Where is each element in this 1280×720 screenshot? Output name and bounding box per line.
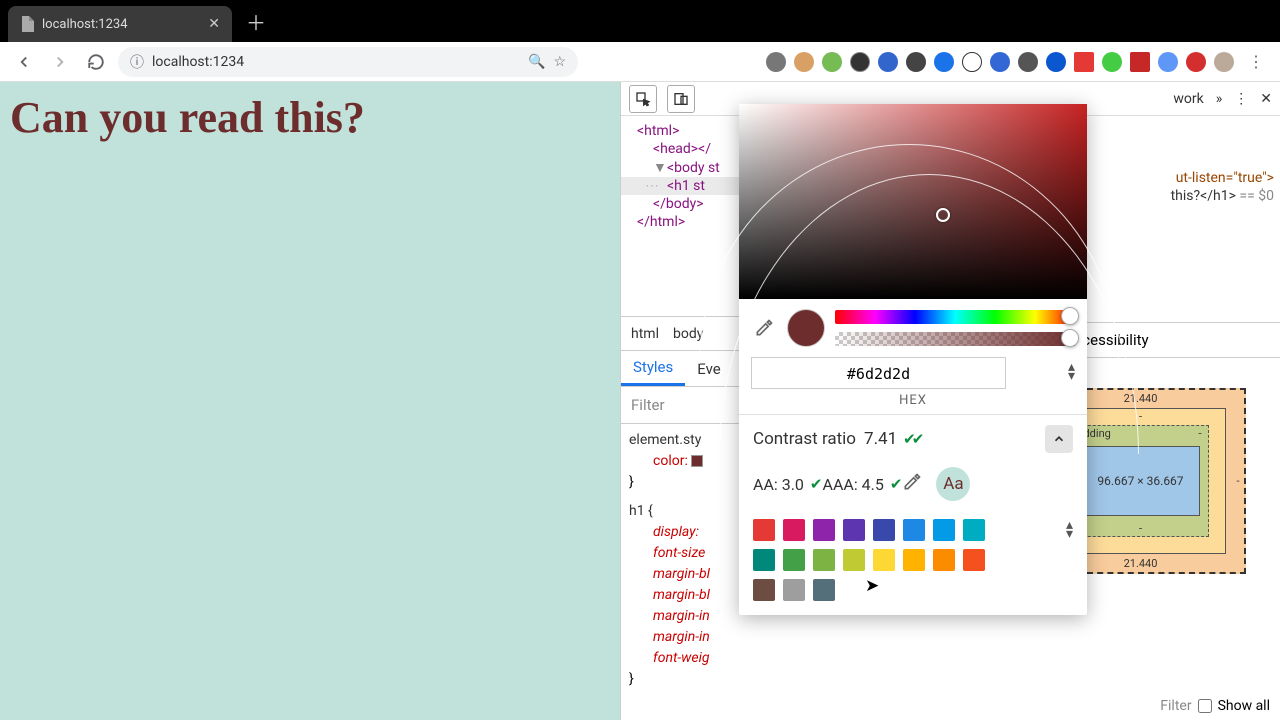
aaa-label: AAA: 4.5 xyxy=(823,475,884,494)
palette-toggle-icon[interactable]: ▴▾ xyxy=(1066,521,1073,539)
extension-icon[interactable] xyxy=(1158,52,1178,72)
palette-swatch[interactable] xyxy=(873,549,895,571)
expand-arrow-icon[interactable]: ▼ xyxy=(653,159,665,176)
extension-icon[interactable] xyxy=(1186,52,1206,72)
profile-avatar[interactable] xyxy=(1214,52,1234,72)
palette-swatch[interactable] xyxy=(813,549,835,571)
page-icon xyxy=(20,16,34,32)
palette-swatch[interactable] xyxy=(963,549,985,571)
color-picker: #6d2d2d ▴▾ HEX Contrast ratio 7.41 ✔✔ xyxy=(739,104,1087,615)
extension-icon[interactable] xyxy=(766,52,786,72)
palette-swatch[interactable] xyxy=(933,549,955,571)
page-content: Can you read this? xyxy=(0,82,620,720)
extension-icon[interactable] xyxy=(1102,52,1122,72)
palette-swatch[interactable] xyxy=(813,519,835,541)
palette-swatch[interactable] xyxy=(753,549,775,571)
palette-swatch[interactable] xyxy=(753,579,775,601)
check-icon: ✔ xyxy=(890,475,903,493)
extension-icon[interactable] xyxy=(962,52,982,72)
extension-icon[interactable] xyxy=(850,52,870,72)
aa-label: AA: 3.0 xyxy=(753,475,804,494)
palette-swatch[interactable] xyxy=(813,579,835,601)
address-bar[interactable]: ⓘ localhost:1234 🔍 ☆ xyxy=(118,47,578,77)
extension-icon[interactable] xyxy=(1018,52,1038,72)
device-toggle-icon[interactable] xyxy=(667,85,695,113)
extension-icon[interactable] xyxy=(822,52,842,72)
saturation-cursor[interactable] xyxy=(936,208,950,222)
devtools-panel: work » ⋮ ✕ <html> <head></ ▼<body st ⋯<h… xyxy=(620,82,1280,720)
styles-tab[interactable]: Styles xyxy=(621,351,685,386)
back-button[interactable] xyxy=(10,48,38,76)
filter-input[interactable]: Filter xyxy=(1156,698,1191,714)
sample-text-preview: Aa xyxy=(936,467,970,501)
check-icon: ✔ xyxy=(810,475,823,493)
color-palette: ▴▾ xyxy=(739,509,1087,615)
show-all-checkbox[interactable] xyxy=(1198,699,1212,713)
mouse-cursor-icon: ➤ xyxy=(865,576,879,596)
color-swatch[interactable] xyxy=(691,455,703,467)
new-tab-button[interactable]: ＋ xyxy=(246,7,266,36)
alpha-slider[interactable] xyxy=(835,332,1075,346)
tab-title: localhost:1234 xyxy=(42,17,208,32)
info-icon: ⓘ xyxy=(130,52,144,72)
extension-icon[interactable] xyxy=(1046,52,1066,72)
extension-icon[interactable] xyxy=(878,52,898,72)
tab-close-icon[interactable]: ✕ xyxy=(208,16,220,32)
reload-button[interactable] xyxy=(82,48,110,76)
inspect-element-icon[interactable] xyxy=(629,85,657,113)
palette-swatch[interactable] xyxy=(783,519,805,541)
extension-icon[interactable] xyxy=(934,52,954,72)
extension-icon[interactable] xyxy=(1074,52,1094,72)
saturation-picker[interactable] xyxy=(739,104,1087,299)
devtools-menu-icon[interactable]: ⋮ xyxy=(1234,91,1248,107)
palette-swatch[interactable] xyxy=(933,519,955,541)
palette-swatch[interactable] xyxy=(783,549,805,571)
extension-icon[interactable] xyxy=(990,52,1010,72)
palette-swatch[interactable] xyxy=(903,519,925,541)
extension-icon[interactable] xyxy=(1130,52,1150,72)
palette-swatch[interactable] xyxy=(753,519,775,541)
browser-tab[interactable]: localhost:1234 ✕ xyxy=(8,6,232,42)
palette-swatch[interactable] xyxy=(873,519,895,541)
bg-eyedropper-icon[interactable] xyxy=(902,472,922,496)
browser-toolbar: ⓘ localhost:1234 🔍 ☆ ⋮ xyxy=(0,42,1280,82)
zoom-icon[interactable]: 🔍 xyxy=(528,54,545,70)
page-heading: Can you read this? xyxy=(10,92,610,143)
palette-swatch[interactable] xyxy=(843,549,865,571)
bookmark-star-icon[interactable]: ☆ xyxy=(553,54,566,70)
url-text: localhost:1234 xyxy=(152,54,528,70)
devtools-tab[interactable]: work xyxy=(1173,91,1203,107)
palette-swatch[interactable] xyxy=(783,579,805,601)
more-tabs-icon[interactable]: » xyxy=(1216,91,1223,107)
hue-slider[interactable] xyxy=(835,310,1075,324)
palette-swatch[interactable] xyxy=(903,549,925,571)
extension-icon[interactable] xyxy=(906,52,926,72)
extension-icon[interactable] xyxy=(794,52,814,72)
devtools-close-icon[interactable]: ✕ xyxy=(1260,91,1272,107)
palette-swatch[interactable] xyxy=(843,519,865,541)
palette-swatch[interactable] xyxy=(963,519,985,541)
forward-button[interactable] xyxy=(46,48,74,76)
browser-menu-icon[interactable]: ⋮ xyxy=(1242,48,1270,76)
